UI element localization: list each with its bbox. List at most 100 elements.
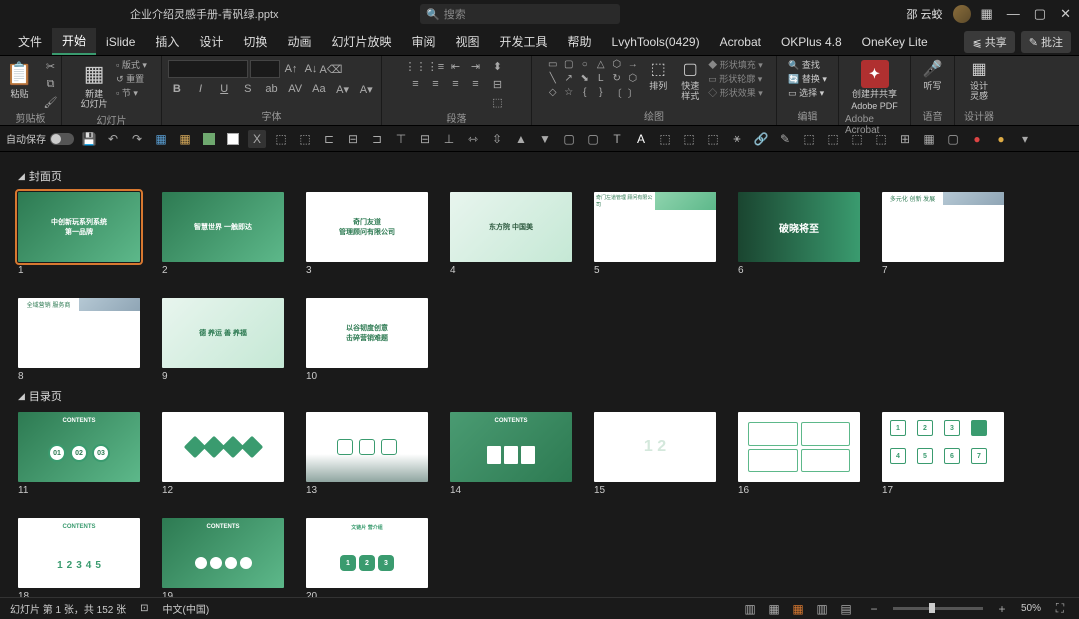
autosave-toggle[interactable]: 自动保存: [6, 131, 74, 146]
q-yellow-dot-icon[interactable]: ●: [992, 130, 1010, 148]
change-case-button[interactable]: Aa: [310, 81, 328, 97]
designer-button[interactable]: ▦ 设计 灵感: [965, 58, 993, 104]
share-button[interactable]: ⫹ 共享: [964, 31, 1014, 53]
font-family-select[interactable]: [168, 60, 248, 78]
slide-thumb-1[interactable]: 中创新玩系列系统 第一品牌: [18, 192, 140, 262]
shape-outline-button[interactable]: ▭ 形状轮廓 ▾: [708, 72, 763, 85]
q-more-button[interactable]: ▾: [1016, 130, 1034, 148]
shadow-button[interactable]: ab: [263, 81, 281, 97]
clear-format-button[interactable]: A⌫: [322, 61, 340, 77]
slide-thumb-18[interactable]: CONTENTS12345: [18, 518, 140, 588]
increase-font-button[interactable]: A↑: [282, 61, 300, 77]
font-color-button[interactable]: A▾: [357, 81, 375, 97]
menu-animations[interactable]: 动画: [277, 29, 321, 54]
q-eyedrop-button[interactable]: ✎: [776, 130, 794, 148]
slide-thumb-3[interactable]: 奇门友道 管理顾问有限公司: [306, 192, 428, 262]
slide-thumb-10[interactable]: 以谷韧度创意 击碎营销难题: [306, 298, 428, 368]
menu-islide[interactable]: iSlide: [96, 31, 145, 53]
q-tool-11[interactable]: ⊞: [896, 130, 914, 148]
shape-fill-button[interactable]: ◆ 形状填充 ▾: [708, 58, 763, 71]
sorter-view-button[interactable]: ▦: [789, 600, 807, 618]
q-fill-button[interactable]: [200, 130, 218, 148]
comment-button[interactable]: ✎ 批注: [1021, 31, 1071, 53]
reading-view-button[interactable]: ▥: [813, 600, 831, 618]
menu-transitions[interactable]: 切换: [233, 29, 277, 54]
q-tool-3[interactable]: ⬚: [656, 130, 674, 148]
slide-thumb-15[interactable]: 1 2: [594, 412, 716, 482]
q-blue-icon[interactable]: ▦: [152, 130, 170, 148]
q-border-button[interactable]: [224, 130, 242, 148]
menu-design[interactable]: 设计: [189, 29, 233, 54]
language-indicator[interactable]: 中文(中国): [163, 601, 210, 616]
q-text-fill-button[interactable]: A: [632, 130, 650, 148]
zoom-out-button[interactable]: −: [865, 600, 883, 618]
bullets-button[interactable]: ⋮⋮: [407, 58, 425, 74]
q-dist-v-button[interactable]: ⇳: [488, 130, 506, 148]
slide-thumb-12[interactable]: [162, 412, 284, 482]
q-tool-12[interactable]: ▦: [920, 130, 938, 148]
zoom-slider[interactable]: [893, 607, 983, 610]
menu-okplus[interactable]: OKPlus 4.8: [771, 31, 852, 53]
underline-button[interactable]: U: [215, 81, 233, 97]
accessibility-icon[interactable]: ⊡: [140, 603, 148, 614]
decrease-indent-button[interactable]: ⇤: [447, 58, 465, 74]
normal-view-button[interactable]: ▦: [765, 600, 783, 618]
q-yellow-icon[interactable]: ▦: [176, 130, 194, 148]
section-contents[interactable]: 目录页: [18, 388, 1061, 404]
q-align-mid-button[interactable]: ⊟: [416, 130, 434, 148]
menu-lvyhtools[interactable]: LvyhTools(0429): [602, 31, 710, 53]
q-group-button[interactable]: ⬚: [272, 130, 290, 148]
zoom-in-button[interactable]: +: [993, 600, 1011, 618]
slide-thumb-8[interactable]: 全域营销 服务商: [18, 298, 140, 368]
zoom-percent[interactable]: 50%: [1021, 603, 1041, 614]
dictate-button[interactable]: 🎤 听写: [919, 58, 947, 94]
save-button[interactable]: 💾: [80, 130, 98, 148]
slide-thumb-2[interactable]: 智慧世界 一触即达: [162, 192, 284, 262]
q-tool-2[interactable]: ▢: [584, 130, 602, 148]
q-tool-7[interactable]: ⬚: [800, 130, 818, 148]
slideshow-view-button[interactable]: ▤: [837, 600, 855, 618]
q-tool-6[interactable]: ⚹: [728, 130, 746, 148]
close-icon[interactable]: ✕: [1060, 6, 1071, 22]
char-spacing-button[interactable]: AV: [286, 81, 304, 97]
shapes-gallery[interactable]: ▭▢○△⬡→ ╲↗⬊L↻⬡ ◇☆{}〔〕: [545, 58, 640, 99]
q-text-button[interactable]: T: [608, 130, 626, 148]
menu-home[interactable]: 开始: [52, 28, 96, 55]
slide-thumb-11[interactable]: CONTENTS010203: [18, 412, 140, 482]
q-link-button[interactable]: 🔗: [752, 130, 770, 148]
slide-thumb-9[interactable]: 德 养运 善 养福: [162, 298, 284, 368]
q-tool-13[interactable]: ▢: [944, 130, 962, 148]
paste-button[interactable]: 📋 粘贴: [2, 58, 38, 102]
window-options-icon[interactable]: ▦: [981, 6, 993, 22]
text-direction-button[interactable]: ⬍: [489, 58, 507, 74]
q-align-center-button[interactable]: ⊟: [344, 130, 362, 148]
slide-thumb-17[interactable]: 1234567: [882, 412, 1004, 482]
numbering-button[interactable]: ⋮≡: [427, 58, 445, 74]
slide-thumb-19[interactable]: CONTENTS: [162, 518, 284, 588]
reset-button[interactable]: ↺ 重置: [116, 72, 147, 85]
q-tool-5[interactable]: ⬚: [704, 130, 722, 148]
slide-thumb-5[interactable]: 奇门左道管理 顾问有限公司: [594, 192, 716, 262]
slide-thumb-13[interactable]: [306, 412, 428, 482]
section-button[interactable]: ▫ 节 ▾: [116, 86, 147, 99]
q-red-dot-icon[interactable]: ●: [968, 130, 986, 148]
q-align-top-button[interactable]: ⊤: [392, 130, 410, 148]
slide-thumb-14[interactable]: CONTENTS: [450, 412, 572, 482]
italic-button[interactable]: I: [192, 81, 210, 97]
menu-view[interactable]: 视图: [445, 29, 489, 54]
q-tool-8[interactable]: ⬚: [824, 130, 842, 148]
quick-style-button[interactable]: ▢ 快速 样式: [676, 58, 704, 104]
avatar[interactable]: [953, 5, 971, 23]
shape-effects-button[interactable]: ◇ 形状效果 ▾: [708, 86, 763, 99]
q-bring-front-button[interactable]: ▲: [512, 130, 530, 148]
slide-thumb-20[interactable]: 文链片 营介组123: [306, 518, 428, 588]
slide-sorter-area[interactable]: 封面页 中创新玩系列系统 第一品牌1 智慧世界 一触即达2 奇门友道 管理顾问有…: [0, 152, 1079, 597]
new-slide-button[interactable]: ▦ 新建 幻灯片: [76, 58, 112, 112]
menu-review[interactable]: 审阅: [401, 29, 445, 54]
copy-button[interactable]: ⧉: [42, 76, 60, 92]
select-button[interactable]: ▭ 选择 ▾: [788, 86, 827, 99]
font-size-select[interactable]: [250, 60, 280, 78]
font-highlight-button[interactable]: A▾: [334, 81, 352, 97]
create-pdf-button[interactable]: ✦ 创建并共享 Adobe PDF: [847, 58, 902, 114]
arrange-button[interactable]: ⬚ 排列: [644, 58, 672, 94]
